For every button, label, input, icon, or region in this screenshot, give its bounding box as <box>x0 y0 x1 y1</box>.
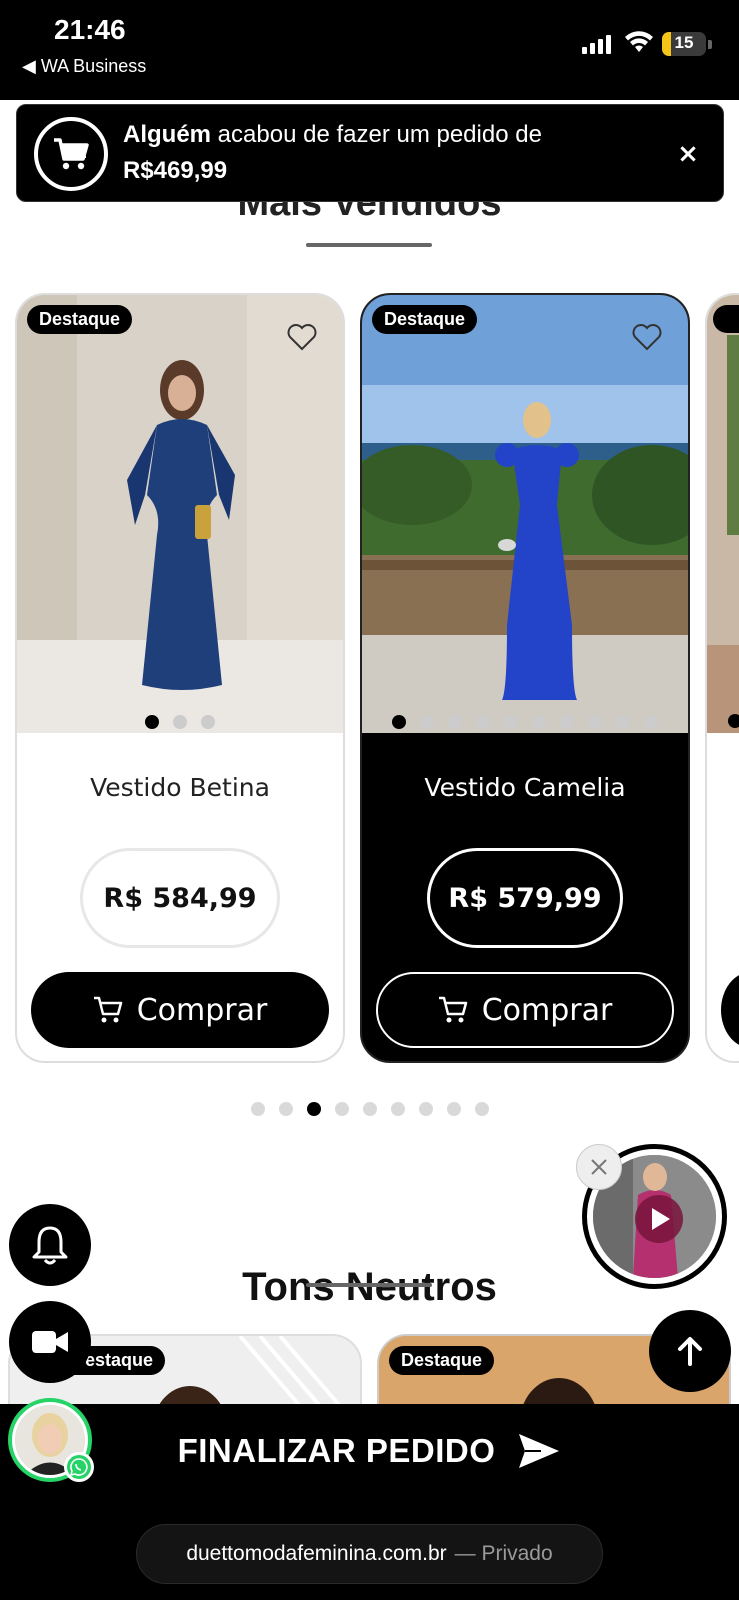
featured-badge: Destaque <box>389 1346 495 1375</box>
close-icon[interactable]: × <box>673 139 703 169</box>
image-pagination <box>362 715 688 729</box>
buy-button[interactable]: Comprar <box>376 972 674 1048</box>
heart-icon[interactable] <box>632 323 662 351</box>
featured-badge: Destaque <box>372 305 478 334</box>
order-notification-toast: Alguém acabou de fazer um pedido de R$46… <box>16 104 724 202</box>
private-mode-label: — Privado <box>454 1542 553 1565</box>
buy-button-label: Comprar <box>136 992 268 1028</box>
carousel-dot[interactable] <box>446 1102 461 1116</box>
cart-icon <box>34 117 108 191</box>
send-icon <box>519 1434 560 1468</box>
image-dot[interactable] <box>201 715 215 729</box>
product-price: R$ 584,99 <box>80 848 280 948</box>
image-dot[interactable] <box>616 715 630 729</box>
carousel-dot[interactable] <box>250 1102 265 1116</box>
wifi-icon <box>625 31 653 52</box>
status-time: 21:46 <box>54 14 126 45</box>
carousel-pagination <box>0 1102 739 1116</box>
whatsapp-icon <box>64 1452 94 1482</box>
browser-url-bar[interactable]: duettomodafeminina.com.br — Privado <box>136 1524 603 1584</box>
heart-icon[interactable] <box>287 323 317 351</box>
image-dot[interactable] <box>392 715 406 729</box>
notification-amount: R$469,99 <box>123 157 228 184</box>
section-divider <box>306 1283 432 1287</box>
product-price: R$ 579,99 <box>427 848 623 948</box>
checkout-label: FINALIZAR PEDIDO <box>177 1432 496 1469</box>
carousel-dot[interactable] <box>474 1102 489 1116</box>
battery-percent: 15 <box>674 33 694 52</box>
bell-icon <box>32 1226 68 1265</box>
product-image[interactable] <box>17 295 343 733</box>
status-bar: 21:46 ◀ WA Business 15 <box>0 0 739 100</box>
image-dot[interactable] <box>420 715 434 729</box>
carousel-dot[interactable] <box>418 1102 433 1116</box>
image-dot[interactable] <box>504 715 518 729</box>
product-card-camelia[interactable]: Destaque Vestido Camelia R$ 579,99 Compr… <box>360 293 690 1063</box>
image-dot[interactable] <box>173 715 187 729</box>
image-pagination <box>17 715 343 729</box>
notification-text: acabou de fazer um pedido de <box>211 121 542 148</box>
image-dot[interactable] <box>644 715 658 729</box>
close-icon <box>591 1159 607 1175</box>
image-dot[interactable] <box>448 715 462 729</box>
video-button[interactable] <box>9 1301 91 1383</box>
bottom-checkout-bar: FINALIZAR PEDIDO duettomodafeminina.com.… <box>0 1404 739 1600</box>
url-domain: duettomodafeminina.com.br <box>186 1542 447 1565</box>
arrow-up-icon <box>678 1337 702 1366</box>
checkout-button[interactable]: FINALIZAR PEDIDO <box>0 1432 739 1470</box>
cart-icon <box>93 996 122 1023</box>
carousel-dot[interactable] <box>278 1102 293 1116</box>
video-camera-icon <box>32 1331 68 1353</box>
image-dot[interactable] <box>145 715 159 729</box>
carousel-dot[interactable] <box>334 1102 349 1116</box>
scroll-to-top-button[interactable] <box>649 1310 731 1392</box>
image-dot[interactable] <box>532 715 546 729</box>
product-name[interactable]: Vestido Camelia <box>362 773 688 802</box>
product-card-partial[interactable] <box>705 293 739 1063</box>
product-name[interactable]: Vestido Betina <box>17 773 343 802</box>
section-divider <box>306 243 432 247</box>
battery-icon: 15 <box>662 32 706 56</box>
close-story-button[interactable] <box>576 1144 622 1190</box>
notification-subject: Alguém <box>123 121 212 148</box>
cellular-signal-icon <box>582 34 611 54</box>
buy-button[interactable]: Comprar <box>31 972 329 1048</box>
notifications-button[interactable] <box>9 1204 91 1286</box>
image-dot[interactable] <box>588 715 602 729</box>
back-to-app-link[interactable]: ◀ WA Business <box>22 56 146 77</box>
cart-icon <box>438 996 467 1023</box>
buy-button-label: Comprar <box>481 992 613 1028</box>
carousel-dot[interactable] <box>306 1102 321 1116</box>
product-image[interactable] <box>362 295 688 733</box>
notification-message: Alguém acabou de fazer um pedido de R$46… <box>123 117 663 189</box>
featured-badge: Destaque <box>27 305 133 334</box>
product-card-betina[interactable]: Destaque Vestido Betina R$ 584,99 Compra… <box>15 293 345 1063</box>
image-dot[interactable] <box>560 715 574 729</box>
carousel-dot[interactable] <box>362 1102 377 1116</box>
carousel-dot[interactable] <box>390 1102 405 1116</box>
image-dot[interactable] <box>476 715 490 729</box>
